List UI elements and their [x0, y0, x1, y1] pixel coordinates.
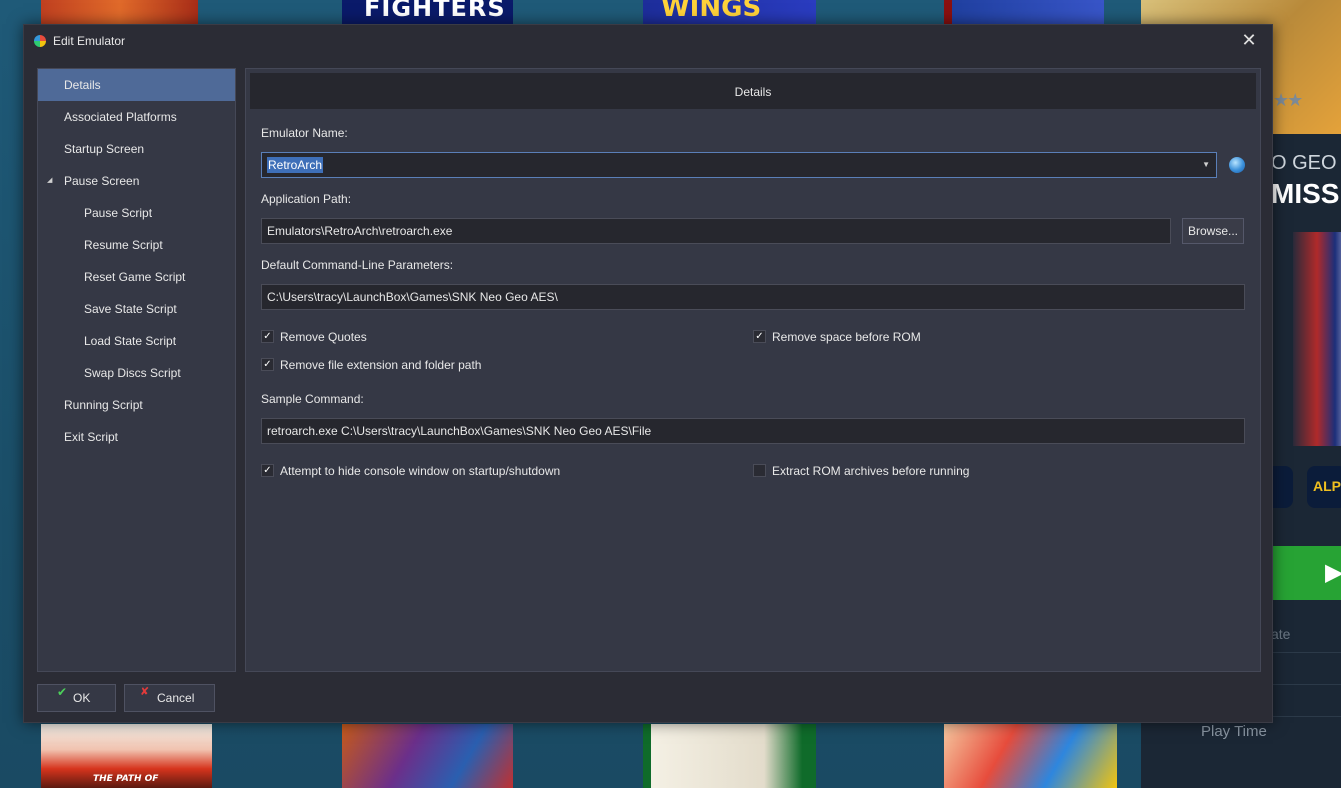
extract-rom-checkbox[interactable]: Extract ROM archives before running [753, 463, 1013, 479]
nav-item-label: Pause Screen [64, 174, 140, 188]
checkmark-icon: ✔ [57, 685, 68, 699]
edit-emulator-dialog: Edit Emulator ✕ Details Associated Platf… [23, 24, 1273, 723]
nav-item-running-script[interactable]: Running Script [38, 389, 235, 421]
remove-quotes-label: Remove Quotes [280, 330, 367, 344]
cmdline-params-label: Default Command-Line Parameters: [261, 258, 454, 272]
hide-console-checkbox[interactable]: ✓ Attempt to hide console window on star… [261, 463, 601, 479]
cancel-label: Cancel [157, 691, 195, 705]
emulator-name-label: Emulator Name: [261, 126, 348, 140]
nav-item-label: Running Script [64, 398, 143, 412]
nav-item-label: Associated Platforms [64, 110, 177, 124]
dialog-title: Edit Emulator [53, 34, 126, 48]
game-tile-bottom-1-text: THE PATH OF [93, 774, 159, 784]
expand-arrow-icon[interactable]: ◢ [47, 165, 52, 197]
play-icon: ▶ [1325, 559, 1341, 586]
cmdline-params-input[interactable]: C:\Users\tracy\LaunchBox\Games\SNK Neo G… [261, 284, 1245, 310]
empty-checkbox-icon [753, 464, 766, 477]
application-path-label: Application Path: [261, 192, 352, 206]
remove-quotes-checkbox[interactable]: ✓ Remove Quotes [261, 329, 461, 345]
remove-extension-label: Remove file extension and folder path [280, 358, 482, 372]
panel-header: Details [250, 73, 1256, 109]
game-logo-icon[interactable]: ALP [1307, 466, 1341, 508]
nav-item-label: Save State Script [84, 302, 177, 316]
globe-icon[interactable] [1229, 157, 1245, 173]
checkmark-icon: ✓ [753, 330, 766, 343]
details-panel: Details Emulator Name: RetroArch ▼ Appli… [245, 68, 1261, 672]
game-tile-bottom-2[interactable] [342, 724, 513, 788]
game-tile-bottom-1[interactable]: THE PATH OF [41, 724, 212, 788]
game-tile-top-4[interactable] [944, 0, 1104, 24]
nav-item-label: Startup Screen [64, 142, 145, 156]
game-logo-text: ALP [1313, 478, 1341, 494]
nav-item-label: Exit Script [64, 430, 119, 444]
play-button[interactable]: ▶ [1273, 546, 1341, 600]
game-tile-top-3[interactable]: WINGS [643, 0, 816, 24]
emulator-name-combobox[interactable]: RetroArch ▼ [261, 152, 1217, 178]
star-rating-icon[interactable]: ★★ [1273, 90, 1303, 111]
launchbox-app-icon [34, 35, 46, 47]
nav-item-pause-script[interactable]: Pause Script [38, 197, 235, 229]
chevron-down-icon[interactable]: ▼ [1202, 153, 1210, 177]
remove-extension-checkbox[interactable]: ✓ Remove file extension and folder path [261, 357, 521, 373]
platform-title: O GEO . [1271, 152, 1341, 174]
game-tile-top-3-text: WINGS [661, 0, 762, 23]
divider [1273, 684, 1341, 685]
ok-label: OK [73, 691, 91, 705]
sample-command-label: Sample Command: [261, 392, 364, 406]
nav-item-label: Details [64, 78, 101, 92]
remove-space-checkbox[interactable]: ✓ Remove space before ROM [753, 329, 953, 345]
nav-item-save-state-script[interactable]: Save State Script [38, 293, 235, 325]
nav-item-load-state-script[interactable]: Load State Script [38, 325, 235, 357]
nav-item-details[interactable]: Details [38, 69, 235, 101]
game-tile-top-1[interactable] [41, 0, 198, 24]
nav-item-label: Load State Script [84, 334, 177, 348]
nav-item-associated-platforms[interactable]: Associated Platforms [38, 101, 235, 133]
ok-button[interactable]: ✔ OK [37, 684, 116, 712]
remove-space-label: Remove space before ROM [772, 330, 921, 344]
nav-item-resume-script[interactable]: Resume Script [38, 229, 235, 261]
settings-nav: Details Associated Platforms Startup Scr… [37, 68, 236, 672]
nav-item-startup-screen[interactable]: Startup Screen [38, 133, 235, 165]
game-tile-top-2[interactable]: FIGHTERS [342, 0, 513, 24]
browse-button[interactable]: Browse... [1182, 218, 1244, 244]
sample-command-field[interactable]: retroarch.exe C:\Users\tracy\LaunchBox\G… [261, 418, 1245, 444]
rate-label: ate [1271, 626, 1291, 642]
nav-item-label: Resume Script [84, 238, 163, 252]
checkmark-icon: ✓ [261, 330, 274, 343]
nav-item-swap-discs-script[interactable]: Swap Discs Script [38, 357, 235, 389]
dialog-titlebar[interactable]: Edit Emulator ✕ [24, 25, 1272, 57]
game-tile-bottom-4[interactable] [944, 724, 1117, 788]
game-tile-top-2-text: FIGHTERS [364, 0, 506, 22]
checkmark-icon: ✓ [261, 464, 274, 477]
emulator-name-value: RetroArch [267, 157, 324, 173]
nav-item-label: Reset Game Script [84, 270, 186, 284]
nav-item-label: Swap Discs Script [84, 366, 181, 380]
divider [1273, 716, 1341, 717]
cancel-button[interactable]: ✘ Cancel [124, 684, 215, 712]
game-tile-bottom-3[interactable] [643, 724, 816, 788]
nav-item-label: Pause Script [84, 206, 153, 220]
play-time-label: Play Time [1201, 723, 1267, 740]
close-icon[interactable]: ✕ [1234, 29, 1264, 53]
nav-item-pause-screen[interactable]: ◢ Pause Screen [38, 165, 235, 197]
divider [1273, 652, 1341, 653]
game-box-art [1293, 232, 1341, 446]
hide-console-label: Attempt to hide console window on startu… [280, 464, 561, 478]
game-title: MISS [1271, 178, 1340, 209]
cancel-icon: ✘ [140, 685, 150, 698]
nav-item-exit-script[interactable]: Exit Script [38, 421, 235, 453]
checkmark-icon: ✓ [261, 358, 274, 371]
extract-rom-label: Extract ROM archives before running [772, 464, 970, 478]
application-path-input[interactable]: Emulators\RetroArch\retroarch.exe [261, 218, 1171, 244]
nav-item-reset-game-script[interactable]: Reset Game Script [38, 261, 235, 293]
